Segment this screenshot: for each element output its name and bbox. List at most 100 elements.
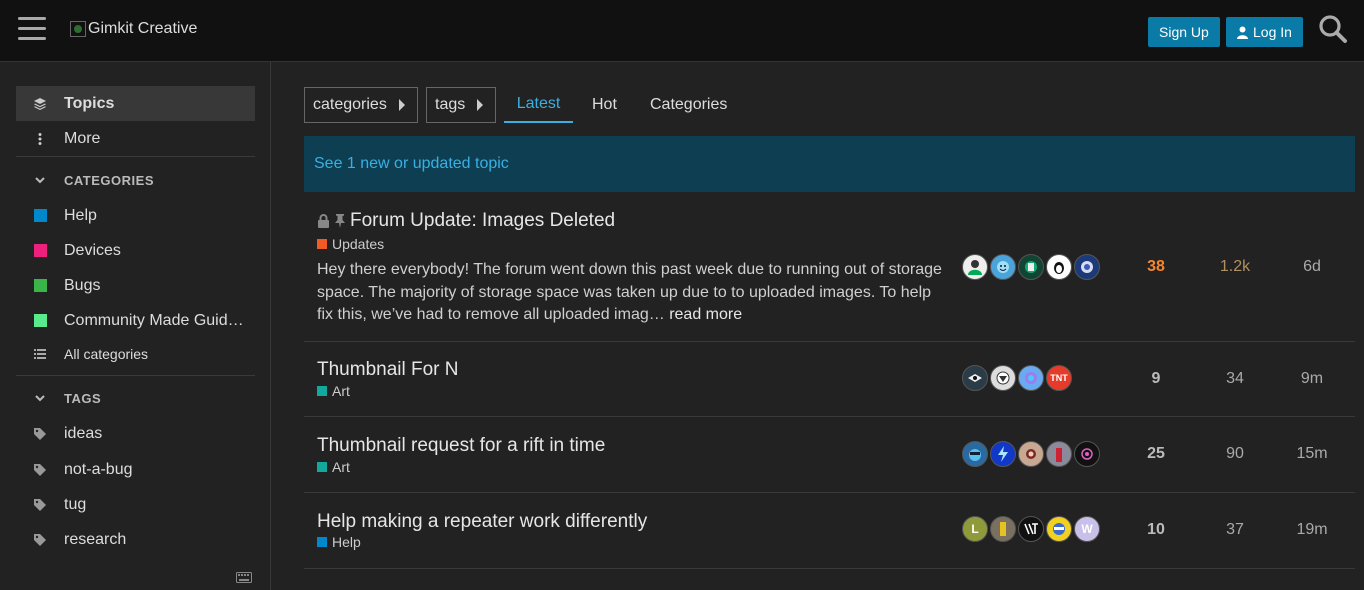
- category-color-square: [33, 279, 47, 292]
- sidebar-item-tag-ideas[interactable]: ideas: [16, 416, 255, 451]
- avatar[interactable]: [1046, 516, 1072, 542]
- tag-icon: [16, 427, 64, 440]
- search-icon[interactable]: [1318, 14, 1348, 44]
- sidebar-item-label: ideas: [64, 424, 103, 442]
- replies-count[interactable]: 9: [1126, 370, 1186, 388]
- topic-title-link[interactable]: Thumbnail request for a rift in time: [317, 435, 605, 457]
- topic-excerpt: Hey there everybody! The forum went down…: [317, 259, 942, 327]
- sidebar-divider: [16, 375, 255, 376]
- layers-icon: [16, 97, 64, 110]
- categories-dropdown[interactable]: categories: [304, 87, 418, 123]
- sidebar-item-more[interactable]: More: [16, 121, 255, 156]
- sign-up-button[interactable]: Sign Up: [1148, 17, 1220, 47]
- avatar[interactable]: [1046, 254, 1072, 280]
- replies-count[interactable]: 25: [1126, 445, 1186, 463]
- broken-image-icon: [70, 21, 86, 37]
- ellipsis-vertical-icon: [16, 132, 64, 145]
- avatar[interactable]: [1018, 254, 1044, 280]
- avatar[interactable]: [1046, 441, 1072, 467]
- tags-heading: TAGS: [64, 390, 102, 406]
- views-count: 1.2k: [1219, 258, 1251, 275]
- categories-section-header[interactable]: CATEGORIES: [16, 168, 255, 192]
- caret-right-icon: [477, 99, 484, 111]
- topic-row: Help making a repeater work differently …: [304, 493, 1355, 569]
- activity-time[interactable]: 15m: [1282, 445, 1342, 463]
- topic-category-badge[interactable]: Updates: [317, 236, 384, 252]
- site-header: Gimkit Creative Sign Up Log In: [0, 0, 1364, 62]
- avatar[interactable]: [962, 254, 988, 280]
- sidebar-item-label: not-a-bug: [64, 460, 133, 478]
- sidebar-item-bugs[interactable]: Bugs: [16, 268, 255, 303]
- avatar[interactable]: [1074, 441, 1100, 467]
- replies-count[interactable]: 10: [1126, 521, 1186, 539]
- topic-title-link[interactable]: Help making a repeater work differently: [317, 511, 647, 533]
- sidebar-item-help[interactable]: Help: [16, 198, 255, 233]
- activity-time[interactable]: 9m: [1282, 370, 1342, 388]
- tags-dropdown-label: tags: [435, 96, 466, 113]
- category-color-square: [317, 537, 327, 547]
- tag-icon: [16, 498, 64, 511]
- excerpt-text: Hey there everybody! The forum went down…: [317, 261, 942, 323]
- topic-category-badge[interactable]: Art: [317, 459, 350, 475]
- sidebar-item-topics[interactable]: Topics: [16, 86, 255, 121]
- avatar[interactable]: [1074, 254, 1100, 280]
- sidebar-item-label: Community Made Guid…: [64, 311, 244, 329]
- avatar[interactable]: L: [962, 516, 988, 542]
- activity-time[interactable]: 19m: [1282, 521, 1342, 539]
- topic-category-badge[interactable]: Help: [317, 534, 361, 550]
- topic-title-link[interactable]: Thumbnail For N: [317, 359, 459, 381]
- replies-count[interactable]: 38: [1126, 258, 1186, 276]
- avatar[interactable]: TNT: [1046, 365, 1072, 391]
- category-color-square: [33, 209, 47, 222]
- chevron-down-icon: [16, 176, 64, 184]
- read-more-link[interactable]: read more: [669, 306, 742, 323]
- avatar[interactable]: [962, 441, 988, 467]
- sidebar-item-devices[interactable]: Devices: [16, 233, 255, 268]
- user-icon: [1237, 26, 1248, 39]
- avatar[interactable]: [990, 516, 1016, 542]
- topic-title: Forum Update: Images Deleted: [350, 210, 616, 231]
- avatar[interactable]: [962, 365, 988, 391]
- avatar[interactable]: [990, 254, 1016, 280]
- tab-latest[interactable]: Latest: [504, 87, 573, 123]
- category-label: Art: [332, 459, 350, 475]
- keyboard-icon[interactable]: [236, 570, 252, 586]
- topic-category-badge[interactable]: Art: [317, 383, 350, 399]
- views-count: 90: [1226, 445, 1244, 462]
- new-topics-banner[interactable]: See 1 new or updated topic: [304, 136, 1355, 192]
- sidebar-item-label: All categories: [64, 345, 149, 362]
- sidebar-item-tag-tug[interactable]: tug: [16, 487, 255, 522]
- sidebar-item-tag-not-a-bug[interactable]: not-a-bug: [16, 452, 255, 487]
- category-label: Art: [332, 383, 350, 399]
- caret-right-icon: [398, 99, 405, 111]
- sign-up-label: Sign Up: [1159, 24, 1209, 40]
- activity-time[interactable]: 6d: [1282, 258, 1342, 276]
- log-in-button[interactable]: Log In: [1226, 17, 1303, 47]
- site-logo[interactable]: Gimkit Creative: [70, 20, 197, 38]
- tab-hot[interactable]: Hot: [592, 87, 617, 123]
- category-color-square: [317, 239, 327, 249]
- sidebar-item-tag-research[interactable]: research: [16, 522, 255, 557]
- tag-icon: [16, 463, 64, 476]
- avatar[interactable]: [990, 365, 1016, 391]
- sidebar-item-all-categories[interactable]: All categories: [16, 336, 255, 371]
- sidebar-item-label: Help: [64, 206, 97, 224]
- tab-categories[interactable]: Categories: [650, 87, 727, 123]
- tags-section-header[interactable]: TAGS: [16, 386, 255, 410]
- poster-avatars: [962, 441, 1100, 467]
- avatar[interactable]: [1018, 365, 1044, 391]
- topic-title-link[interactable]: Forum Update: Images Deleted: [317, 210, 615, 232]
- hamburger-menu-icon[interactable]: [18, 17, 46, 43]
- tags-dropdown[interactable]: tags: [426, 87, 496, 123]
- categories-heading: CATEGORIES: [64, 172, 154, 188]
- sidebar-item-community-guides[interactable]: Community Made Guid…: [16, 303, 255, 338]
- tag-icon: [16, 533, 64, 546]
- logo-alt-text: Gimkit Creative: [88, 20, 198, 37]
- avatar[interactable]: [990, 441, 1016, 467]
- avatar[interactable]: W: [1074, 516, 1100, 542]
- chevron-down-icon: [16, 394, 64, 402]
- avatar[interactable]: [1018, 441, 1044, 467]
- avatar[interactable]: [1018, 516, 1044, 542]
- lock-icon: [318, 214, 329, 228]
- category-label: Help: [332, 534, 361, 550]
